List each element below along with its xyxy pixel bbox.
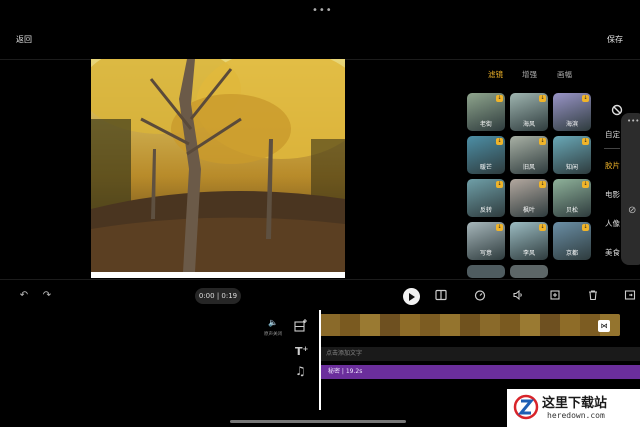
watermark-url: heredown.com	[547, 411, 605, 420]
play-button[interactable]	[403, 288, 420, 305]
filter-label: 反转	[479, 207, 492, 214]
filter-tile[interactable]: ↓ 京都	[553, 222, 591, 260]
split-icon[interactable]	[434, 289, 448, 303]
toolbar-divider	[0, 279, 640, 280]
speed-icon[interactable]	[473, 289, 487, 303]
filter-tile[interactable]: ↓ 暖芒	[467, 136, 505, 174]
watermark-title: 这里下载站	[542, 396, 608, 411]
category-movie[interactable]: 电影	[605, 189, 620, 200]
filter-label: 海风	[522, 121, 535, 128]
crop-icon[interactable]	[548, 289, 562, 303]
download-icon: ↓	[582, 95, 589, 102]
filter-label: 旧风	[522, 164, 535, 171]
filter-label: 贝松	[565, 207, 578, 214]
tab-enhance[interactable]: 增强	[522, 69, 537, 80]
preview-photo	[91, 59, 345, 272]
filter-tile[interactable]: ↓ 枫叶	[510, 179, 548, 217]
filter-tile[interactable]: ↓ 反转	[467, 179, 505, 217]
no-filter-icon[interactable]	[611, 101, 623, 116]
filter-label: 知闲	[565, 164, 578, 171]
add-text-icon[interactable]: T+	[295, 345, 308, 358]
undo-icon[interactable]: ↶	[17, 289, 31, 303]
more-dots-icon[interactable]: •••	[312, 5, 333, 16]
text-track[interactable]: 点击添加文字	[320, 347, 640, 361]
filter-tile-partial[interactable]	[510, 265, 548, 278]
category-custom[interactable]: 自定	[605, 129, 620, 140]
music-icon[interactable]: ♫	[295, 364, 306, 378]
filter-label: 老街	[479, 121, 492, 128]
filter-tile[interactable]: ↓ 李风	[510, 222, 548, 260]
filter-tile[interactable]: ↓ 知闲	[553, 136, 591, 174]
tab-filter[interactable]: 滤镜	[488, 69, 503, 80]
back-button[interactable]: 返回	[16, 34, 32, 45]
download-icon: ↓	[496, 138, 503, 145]
watermark-logo: 这里下载站 heredown.com	[507, 389, 640, 427]
delete-icon[interactable]	[586, 289, 600, 303]
tab-aspect[interactable]: 画幅	[557, 69, 572, 80]
transition-handle[interactable]: ⋈	[598, 320, 610, 332]
filter-label: 枫叶	[522, 207, 535, 214]
download-icon: ↓	[539, 181, 546, 188]
download-icon: ↓	[496, 95, 503, 102]
download-icon: ↓	[582, 224, 589, 231]
home-indicator[interactable]	[230, 420, 406, 423]
floating-side-panel[interactable]: ••• ⊘	[621, 113, 640, 265]
download-icon: ↓	[582, 138, 589, 145]
filter-label: 李风	[522, 250, 535, 257]
category-film[interactable]: 胶片	[605, 160, 620, 171]
category-divider	[604, 148, 620, 149]
playhead[interactable]	[319, 310, 321, 410]
filter-tile[interactable]: ↓ 老街	[467, 93, 505, 131]
filter-tile[interactable]: ↓ 海滨	[553, 93, 591, 131]
video-track[interactable]	[320, 314, 620, 336]
category-food[interactable]: 美食	[605, 247, 620, 258]
download-icon: ↓	[539, 224, 546, 231]
filter-tile[interactable]: ↓ 旧风	[510, 136, 548, 174]
filter-label: 海滨	[565, 121, 578, 128]
add-clip-icon[interactable]	[294, 318, 308, 335]
audio-track[interactable]: 秘密 | 19.2s	[320, 365, 640, 379]
filter-label: 京都	[565, 250, 578, 257]
filter-label: 写意	[479, 250, 492, 257]
video-preview[interactable]	[91, 59, 345, 278]
filter-label: 暖芒	[479, 164, 492, 171]
download-icon: ↓	[539, 95, 546, 102]
mute-label: 原声关闭	[264, 332, 282, 337]
mute-icon[interactable]: 🔈	[268, 318, 278, 327]
filter-tile[interactable]: ↓ 海风	[510, 93, 548, 131]
watermark-z-icon	[513, 393, 539, 421]
pin-off-icon[interactable]: ⊘	[628, 205, 636, 216]
redo-icon[interactable]: ↷	[40, 289, 54, 303]
download-icon: ↓	[539, 138, 546, 145]
side-panel-more-icon[interactable]: •••	[627, 117, 639, 125]
time-indicator: 0:00 | 0:19	[195, 288, 241, 304]
download-icon: ↓	[496, 181, 503, 188]
volume-icon[interactable]	[511, 289, 525, 303]
filter-tile[interactable]: ↓ 贝松	[553, 179, 591, 217]
category-portrait[interactable]: 人像	[605, 218, 620, 229]
export-icon[interactable]	[623, 289, 637, 303]
download-icon: ↓	[496, 224, 503, 231]
filter-tile-partial[interactable]	[467, 265, 505, 278]
filter-tile[interactable]: ↓ 写意	[467, 222, 505, 260]
save-button[interactable]: 保存	[607, 34, 623, 45]
download-icon: ↓	[582, 181, 589, 188]
